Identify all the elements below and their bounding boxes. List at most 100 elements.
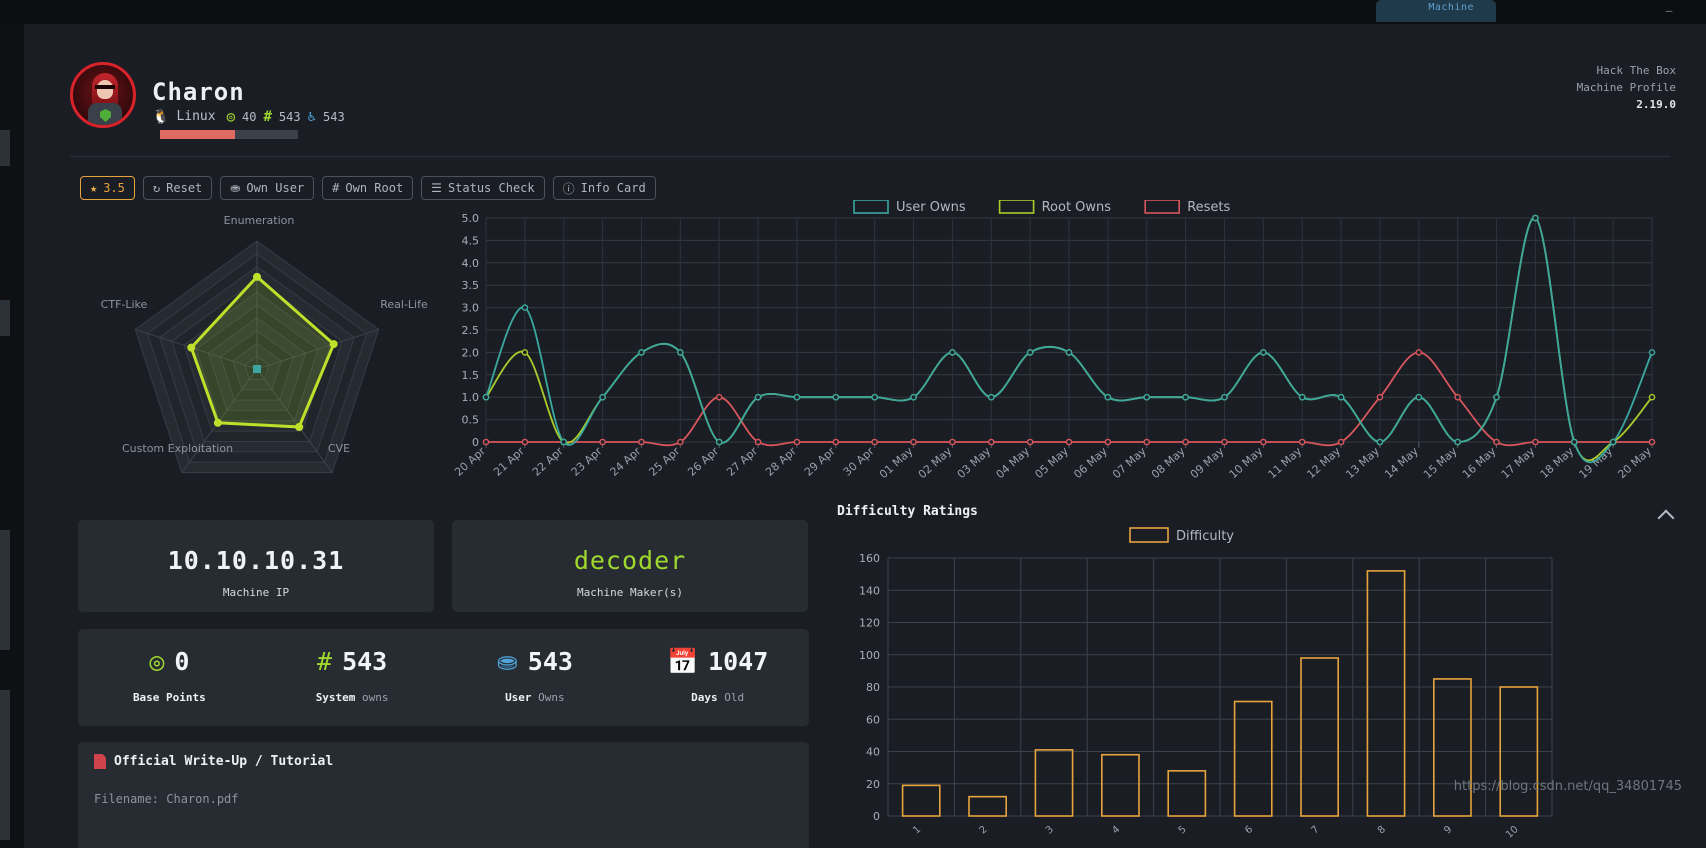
y-tick-label: 1.5 <box>462 369 480 382</box>
rating-progress-bar <box>160 130 298 139</box>
x-tick-label: 15 May <box>1421 444 1460 481</box>
host-titlebar: Machine — <box>0 0 1706 24</box>
x-tick-label: 20 Apr <box>452 444 488 478</box>
toolbar-button-status-check[interactable]: ☰ Status Check <box>421 176 545 200</box>
line-data-point <box>832 393 840 401</box>
stat-caption: Days Old <box>626 691 809 704</box>
page-title: Charon <box>152 78 245 106</box>
x-tick-label: 16 May <box>1460 444 1499 481</box>
pdf-icon <box>94 754 106 769</box>
hash-icon: # <box>263 108 272 125</box>
target-icon: ◎ <box>149 647 165 676</box>
line-data-point <box>1570 438 1578 446</box>
owns-line-chart: 0 0.5 1.0 1.5 2.0 2.5 3.0 3.5 4.0 4.5 5.0 20 Apr 21 … <box>444 199 1674 500</box>
line-data-point <box>871 393 878 401</box>
toolbar-button-label: Own Root <box>345 181 404 195</box>
line-data-point <box>521 304 529 311</box>
stat-value: 543 <box>527 647 573 676</box>
difficulty-bar-chart: 0 20 40 60 80 100 120 140 160 1 2 3 4 5 6 7 8 9 10 Difficul… <box>830 522 1570 848</box>
line-data-point <box>1376 393 1384 401</box>
os-label: Linux <box>176 109 216 124</box>
brand-block: Hack The Box Machine Profile 2.19.0 <box>1577 62 1676 113</box>
user-owns-value: 543 <box>323 109 345 124</box>
stat-days: 📅 1047 Days Old <box>626 629 809 726</box>
y-tick-label: 5.0 <box>462 212 480 225</box>
x-tick-label: 04 May <box>994 444 1033 481</box>
stat-row: #543 <box>261 647 444 676</box>
x-tick-label: 2 <box>978 824 990 836</box>
x-tick-label: 1 <box>911 824 923 836</box>
hash-icon: # <box>317 647 333 676</box>
app-version: 2.19.0 <box>1636 98 1676 111</box>
x-tick-label: 7 <box>1310 824 1322 836</box>
x-tick-label: 5 <box>1177 824 1189 836</box>
machine-maker-card: decoder Machine Maker(s) <box>452 520 808 612</box>
brand-line-1: Hack The Box <box>1596 64 1676 77</box>
bar <box>1101 753 1140 817</box>
toolbar-button-label: Reset <box>166 181 203 195</box>
line-data-point <box>560 438 568 446</box>
line-data-point <box>1648 393 1656 401</box>
line-data-point <box>1065 349 1073 356</box>
writeup-title[interactable]: Official Write-Up / Tutorial <box>114 754 333 769</box>
toolbar-button-3-5[interactable]: ★ 3.5 <box>80 176 135 200</box>
x-tick-label: 22 Apr <box>530 444 566 478</box>
star-icon: ★ <box>90 181 98 195</box>
stat-caption-strong: User <box>505 691 532 704</box>
line-data-point <box>1065 438 1073 446</box>
y-tick-label: 3.5 <box>462 279 480 292</box>
points-value: 40 <box>242 109 257 124</box>
machine-ip-card: 10.10.10.31 Machine IP <box>78 520 434 612</box>
x-tick-label: 05 May <box>1032 444 1071 481</box>
x-tick-label: 10 <box>1504 824 1521 841</box>
stat-value: 0 <box>174 647 190 676</box>
x-tick-label: 9 <box>1442 824 1454 836</box>
minimize-button[interactable]: — <box>1656 4 1682 18</box>
line-data-point <box>793 393 801 401</box>
line-data-point <box>1493 393 1500 401</box>
line-data-point <box>1104 438 1112 446</box>
toolbar-button-label: Own User <box>246 181 305 195</box>
writeup-card: Official Write-Up / Tutorial Filename: C… <box>78 742 809 848</box>
stat-value: 543 <box>342 647 388 676</box>
stat-caption-dim: Owns <box>531 691 565 704</box>
radar-data-point <box>253 272 261 281</box>
x-tick-label: 8 <box>1376 824 1388 836</box>
rail-nub-3 <box>0 530 10 650</box>
y-tick-label: 60 <box>866 713 880 726</box>
bar <box>1167 770 1207 817</box>
rail-nub-4 <box>0 690 10 840</box>
line-data-point <box>1182 438 1189 446</box>
y-tick-label: 20 <box>866 778 880 791</box>
avatar <box>70 62 136 128</box>
y-tick-label: 2.0 <box>462 346 480 359</box>
line-data-point <box>1298 438 1306 446</box>
toolbar-button-label: 3.5 <box>103 181 125 195</box>
toolbar-button-reset[interactable]: ↻ Reset <box>142 176 213 200</box>
toolbar-button-own-root[interactable]: # Own Root <box>322 176 414 200</box>
stat-system: #543 System owns <box>261 629 444 726</box>
chevron-up-icon[interactable] <box>1658 506 1674 522</box>
rail-nub-1 <box>0 130 10 166</box>
x-tick-label: 23 Apr <box>569 444 605 478</box>
stat-caption-strong: System <box>315 691 356 704</box>
x-tick-label: 07 May <box>1110 444 1149 481</box>
machine-meta: 🐧 Linux ◎ 40 # 543 ♿ 543 <box>152 109 345 124</box>
toolbar-button-info-card[interactable]: ⓘ Info Card <box>552 176 656 200</box>
list-icon: ☰ <box>431 181 442 195</box>
stats-strip: ◎ 0 Base Points #543 System owns ⛂ 543 User Own… <box>78 629 809 726</box>
difficulty-panel-title: Difficulty Ratings <box>837 504 978 519</box>
line-data-point <box>754 438 762 446</box>
y-tick-label: 120 <box>859 617 880 630</box>
line-data-point <box>1026 349 1034 356</box>
legend-label: Root Owns <box>1042 200 1112 215</box>
line-data-point <box>1532 214 1539 222</box>
stat-caption: User Owns <box>444 691 627 704</box>
stat-caption-dim: Old <box>717 691 745 704</box>
toolbar-button-own-user[interactable]: ⛂ Own User <box>220 176 315 200</box>
x-tick-label: 4 <box>1110 824 1122 836</box>
line-data-point <box>715 438 723 446</box>
line-data-point <box>1260 349 1267 356</box>
line-data-point <box>1532 438 1539 446</box>
y-tick-label: 0.5 <box>462 414 480 427</box>
